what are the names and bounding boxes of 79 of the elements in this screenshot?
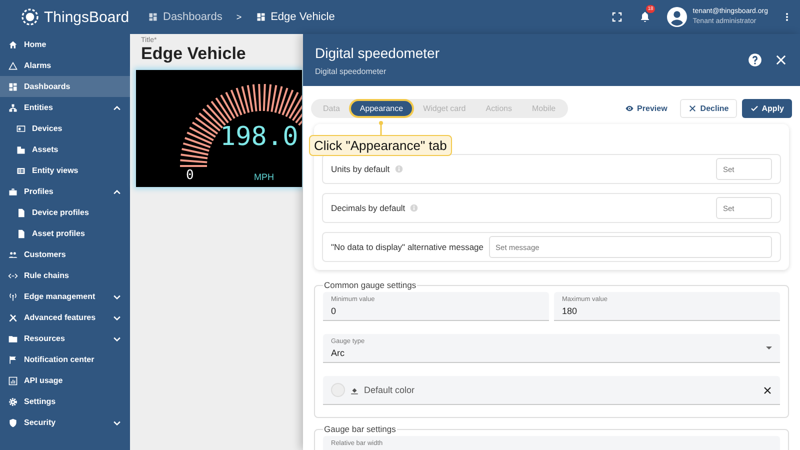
dashboard-icon — [8, 82, 18, 92]
briefcase-icon — [8, 186, 18, 196]
info-icon — [410, 204, 418, 212]
sidebar-item[interactable]: Security — [0, 412, 130, 433]
sidebar-item[interactable]: Entities — [0, 97, 130, 118]
sidebar-item[interactable]: Rule chains — [0, 265, 130, 286]
people-icon — [8, 250, 18, 260]
apply-button[interactable]: Apply — [742, 98, 792, 118]
units-label: MPH — [254, 172, 274, 182]
setting-label: Units by default — [331, 164, 390, 174]
connector-line — [379, 121, 383, 136]
group-title: Common gauge settings — [323, 280, 418, 290]
hierarchy-icon — [8, 102, 18, 112]
setting-label: "No data to display" alternative message — [331, 242, 484, 252]
device-icon — [16, 124, 26, 134]
field-value: 180 — [562, 306, 578, 316]
avatar-icon[interactable] — [666, 7, 687, 27]
color-swatch[interactable] — [331, 383, 345, 397]
dashboard-title: Edge Vehicle — [140, 44, 246, 64]
setting-label: Decimals by default — [331, 203, 406, 213]
sidebar-item[interactable]: Alarms — [0, 55, 130, 76]
sidebar-item[interactable]: Entity views — [0, 160, 130, 181]
sidebar-item[interactable]: Notification center — [0, 349, 130, 370]
breadcrumb-link[interactable]: Edge Vehicle — [256, 11, 335, 23]
sidebar-item[interactable]: Device profiles — [0, 202, 130, 223]
settings-icon — [8, 396, 18, 406]
chart-icon — [8, 376, 18, 386]
folder-icon — [8, 334, 18, 344]
brand-name: ThingsBoard — [44, 8, 130, 26]
home-icon — [8, 40, 18, 50]
shield-icon — [8, 418, 18, 428]
panel-subtitle: Digital speedometer — [315, 66, 388, 76]
dropdown-icon — [766, 346, 772, 350]
sidebar-item[interactable]: Dashboards — [0, 76, 130, 97]
gear-icon — [20, 7, 40, 27]
sidebar-item[interactable]: Devices — [0, 118, 130, 139]
decline-button[interactable]: Decline — [680, 98, 737, 118]
document-icon — [16, 228, 26, 238]
field-value: Arc — [331, 348, 346, 358]
document-icon — [16, 208, 26, 218]
color-label: Default color — [364, 385, 416, 395]
check-icon — [750, 104, 759, 112]
preview-button[interactable]: Preview — [617, 98, 676, 118]
antenna-icon — [8, 292, 18, 302]
fullscreen-icon[interactable] — [610, 11, 623, 23]
sidebar-item[interactable]: Settings — [0, 391, 130, 412]
sidebar-item[interactable]: Home — [0, 34, 130, 55]
sidebar-item[interactable]: Profiles — [0, 181, 130, 202]
dashboard-icon — [148, 12, 158, 22]
sidebar-item[interactable]: Assets — [0, 139, 130, 160]
warning-icon — [8, 60, 18, 70]
dashboard-icon — [256, 12, 266, 22]
bell-icon — [638, 11, 651, 23]
scale-min-label: 0 — [186, 168, 194, 183]
sidebar-item[interactable]: API usage — [0, 370, 130, 391]
callout-tooltip: Click "Appearance" tab — [309, 135, 452, 156]
info-icon — [394, 165, 403, 173]
color-field[interactable]: Default color — [323, 376, 780, 405]
sidebar-item[interactable]: Resources — [0, 328, 130, 349]
close-button[interactable] — [774, 53, 788, 67]
clear-button[interactable] — [763, 386, 772, 394]
sidebar-item[interactable]: Edge management — [0, 286, 130, 307]
building-icon — [16, 144, 26, 154]
breadcrumb-separator: > — [236, 12, 242, 22]
sidebar-item[interactable]: Asset profiles — [0, 223, 130, 244]
sidebar-item[interactable]: Advanced features — [0, 307, 130, 328]
close-icon — [688, 104, 698, 112]
eye-icon — [625, 104, 634, 112]
breadcrumb-link[interactable]: Dashboards — [148, 11, 222, 23]
code-icon — [8, 270, 18, 280]
speed-value: 198.0 — [220, 122, 298, 152]
field-value: 0 — [331, 306, 338, 316]
panel-title: Digital speedometer — [315, 44, 441, 60]
tab[interactable]: Appearance — [350, 100, 412, 116]
sidebar-item[interactable]: Customers — [0, 244, 130, 265]
flag-icon — [8, 354, 18, 364]
list-icon — [16, 166, 26, 176]
help-button[interactable] — [748, 53, 762, 67]
group-title: Gauge bar settings — [323, 424, 397, 434]
